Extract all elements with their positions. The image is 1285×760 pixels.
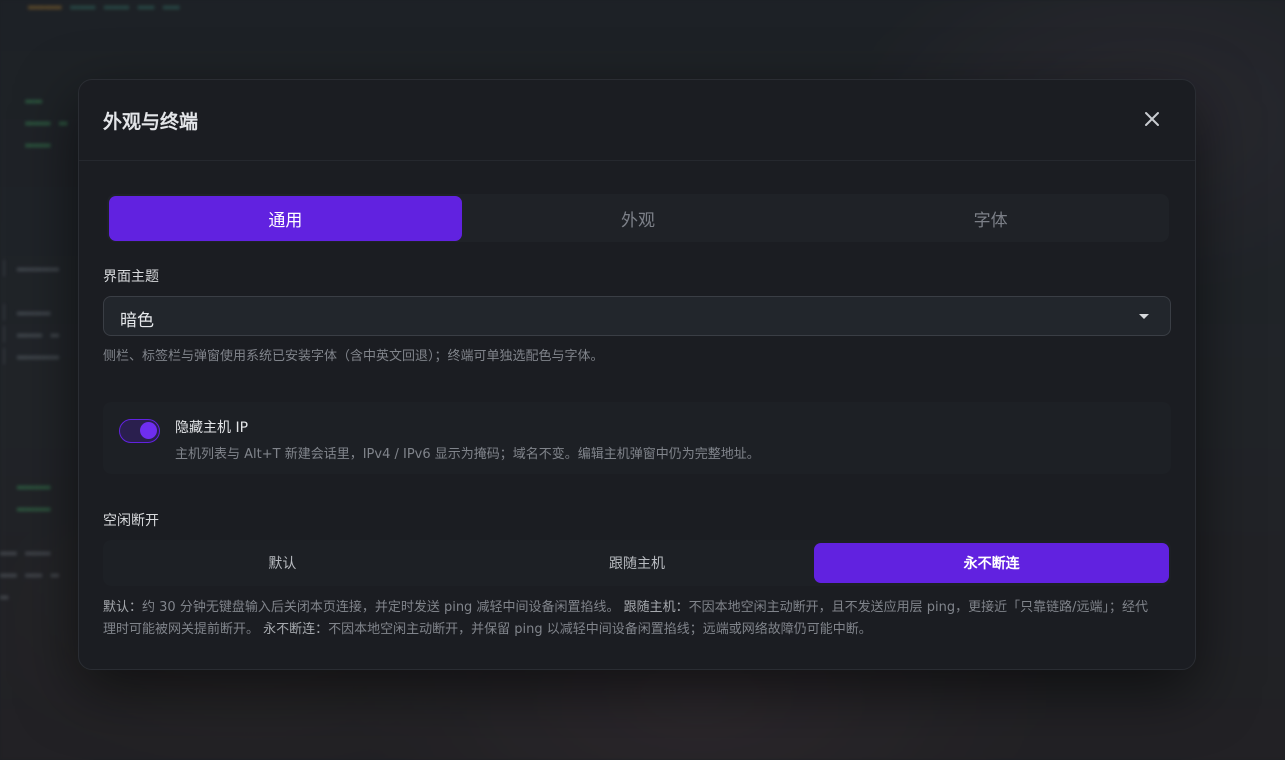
idle-label: 空闲断开 — [103, 513, 159, 529]
idle-option-default[interactable]: 默认 — [105, 543, 460, 583]
theme-select-value: 暗色 — [120, 311, 154, 331]
tab-bar: 通用 外观 字体 — [107, 194, 1169, 242]
desc-default-key: 默认： — [103, 600, 143, 615]
desc-default-text: 约 30 分钟无键盘输入后关闭本页连接，并定时发送 ping 减轻中间设备闲置掐… — [142, 600, 620, 615]
tab-general[interactable]: 通用 — [109, 195, 462, 241]
idle-option-follow-host[interactable]: 跟随主机 — [460, 543, 815, 583]
tab-font[interactable]: 字体 — [814, 196, 1167, 241]
dialog-header: 外观与终端 — [79, 80, 1195, 161]
theme-select[interactable]: 暗色 — [103, 296, 1171, 336]
theme-label: 界面主题 — [103, 269, 159, 285]
desc-never-text: 不因本地空闲主动断开，并保留 ping 以减轻中间设备闲置掐线；远端或网络故障仍… — [328, 622, 872, 637]
caret-down-icon — [1139, 314, 1149, 319]
close-icon — [1141, 108, 1163, 130]
appearance-terminal-dialog: 外观与终端 通用 外观 字体 界面主题 暗色 侧栏、标签栏与弹窗使用系统已安装字… — [78, 79, 1196, 670]
idle-description: 默认：约 30 分钟无键盘输入后关闭本页连接，并定时发送 ping 减轻中间设备… — [103, 597, 1153, 641]
idle-segmented-control: 默认 跟随主机 永不断连 — [103, 540, 1171, 586]
hide-ip-toggle[interactable] — [119, 419, 160, 443]
desc-never-key: 永不断连： — [263, 622, 329, 637]
close-button[interactable] — [1141, 108, 1163, 130]
theme-hint: 侧栏、标签栏与弹窗使用系统已安装字体（含中英文回退）；终端可单独选配色与字体。 — [103, 349, 604, 364]
dialog-title: 外观与终端 — [103, 111, 199, 133]
hide-ip-title: 隐藏主机 IP — [175, 420, 249, 436]
tab-appearance[interactable]: 外观 — [462, 196, 815, 241]
desc-follow-key: 跟随主机： — [623, 600, 689, 615]
hide-ip-card: 隐藏主机 IP 主机列表与 Alt+T 新建会话里，IPv4 / IPv6 显示… — [103, 402, 1171, 474]
hide-ip-description: 主机列表与 Alt+T 新建会话里，IPv4 / IPv6 显示为掩码；域名不变… — [175, 447, 760, 462]
toggle-knob — [140, 422, 157, 439]
idle-option-never[interactable]: 永不断连 — [814, 543, 1170, 583]
